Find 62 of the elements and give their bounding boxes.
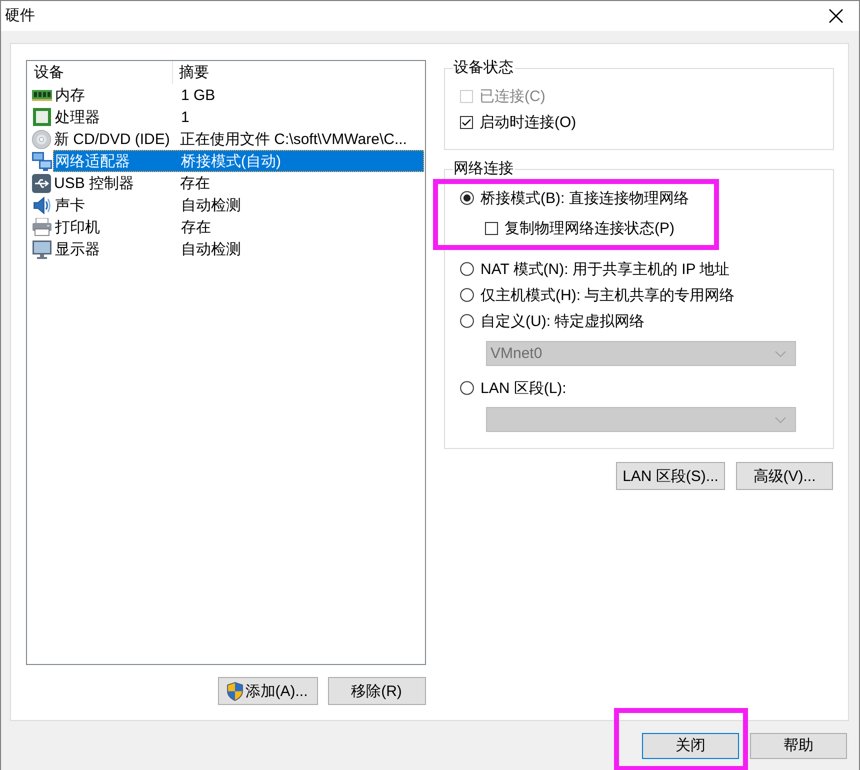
device-list-item[interactable]: 打印机 存在 bbox=[53, 216, 424, 238]
device-list-item[interactable]: USB 控制器 存在 bbox=[52, 172, 424, 194]
column-header[interactable]: 摘要 bbox=[173, 61, 209, 84]
checkbox-label: 启动时连接(O) bbox=[480, 112, 576, 132]
chip-icon bbox=[33, 108, 51, 126]
window-title: 硬件 bbox=[5, 7, 35, 25]
add-button[interactable]: 添加(A)... bbox=[218, 677, 318, 705]
device-name: 显示器 bbox=[54, 240, 101, 258]
radio-button[interactable] bbox=[460, 288, 474, 302]
device-list-item[interactable]: 内存 1 GB bbox=[53, 84, 424, 106]
lan-segments-button[interactable]: LAN 区段(S)... bbox=[616, 462, 725, 490]
network-monitors-icon bbox=[32, 152, 52, 170]
printer-icon bbox=[32, 218, 52, 236]
device-name: USB 控制器 bbox=[53, 174, 136, 192]
device-summary: 存在 bbox=[180, 174, 210, 192]
memory-stick-icon bbox=[32, 90, 52, 100]
device-name: 声卡 bbox=[54, 196, 86, 214]
group-label: 设备状态 bbox=[452, 60, 514, 76]
speaker-icon bbox=[33, 196, 51, 214]
device-summary: 桥接模式(自动) bbox=[181, 152, 281, 170]
device-name: 网络适配器 bbox=[54, 152, 131, 170]
device-list-item[interactable]: 声卡 自动检测 bbox=[53, 194, 424, 216]
radio-label: 桥接模式(B): 直接连接物理网络 bbox=[480, 188, 689, 208]
radio-label: NAT 模式(N): 用于共享主机的 IP 地址 bbox=[480, 260, 730, 278]
disc-icon bbox=[32, 130, 51, 148]
monitor-icon bbox=[32, 240, 52, 258]
device-name: 处理器 bbox=[54, 108, 101, 126]
advanced-button[interactable]: 高级(V)... bbox=[736, 462, 833, 490]
radio-label: 仅主机模式(H): 与主机共享的专用网络 bbox=[480, 286, 735, 304]
radio-button[interactable] bbox=[460, 314, 474, 328]
close-dialog-button[interactable]: 关闭 bbox=[642, 732, 739, 758]
checkbox-label: 复制物理网络连接状态(P) bbox=[504, 218, 674, 238]
radio-button[interactable] bbox=[460, 191, 474, 205]
radio-button[interactable] bbox=[460, 381, 474, 395]
caret-icon bbox=[774, 350, 786, 356]
radio-button[interactable] bbox=[460, 262, 474, 276]
column-header[interactable]: 设备 bbox=[27, 61, 173, 84]
shield-icon bbox=[227, 682, 244, 700]
device-list-item[interactable]: 处理器 1 bbox=[53, 106, 424, 128]
remove-button[interactable]: 移除(R) bbox=[328, 677, 426, 705]
device-name: 内存 bbox=[54, 86, 86, 104]
device-summary: 正在使用文件 C:\soft\VMWare\C... bbox=[180, 130, 407, 148]
device-list-item[interactable]: 新 CD/DVD (IDE) 正在使用文件 C:\soft\VMWare\C... bbox=[52, 128, 424, 150]
device-summary: 存在 bbox=[181, 218, 211, 236]
device-summary: 自动检测 bbox=[181, 240, 241, 258]
radio-label: LAN 区段(L): bbox=[480, 378, 566, 398]
close-icon bbox=[829, 9, 843, 23]
device-list-item[interactable]: 网络适配器 桥接模式(自动) bbox=[53, 150, 424, 172]
caret-icon bbox=[774, 416, 786, 422]
help-button[interactable]: 帮助 bbox=[750, 732, 847, 758]
device-name: 打印机 bbox=[54, 218, 101, 236]
device-summary: 自动检测 bbox=[181, 196, 241, 214]
group-label: 网络连接 bbox=[452, 161, 514, 177]
checkbox[interactable] bbox=[484, 222, 498, 234]
checkbox-label: 已连接(C) bbox=[480, 86, 546, 106]
device-summary: 1 bbox=[181, 108, 190, 126]
device-name: 新 CD/DVD (IDE) bbox=[53, 130, 171, 148]
radio-label: 自定义(U): 特定虚拟网络 bbox=[480, 312, 645, 330]
device-summary: 1 GB bbox=[181, 86, 216, 104]
device-list-item[interactable]: 显示器 自动检测 bbox=[53, 238, 424, 260]
usb-icon bbox=[32, 174, 51, 192]
checkbox[interactable] bbox=[460, 116, 472, 128]
